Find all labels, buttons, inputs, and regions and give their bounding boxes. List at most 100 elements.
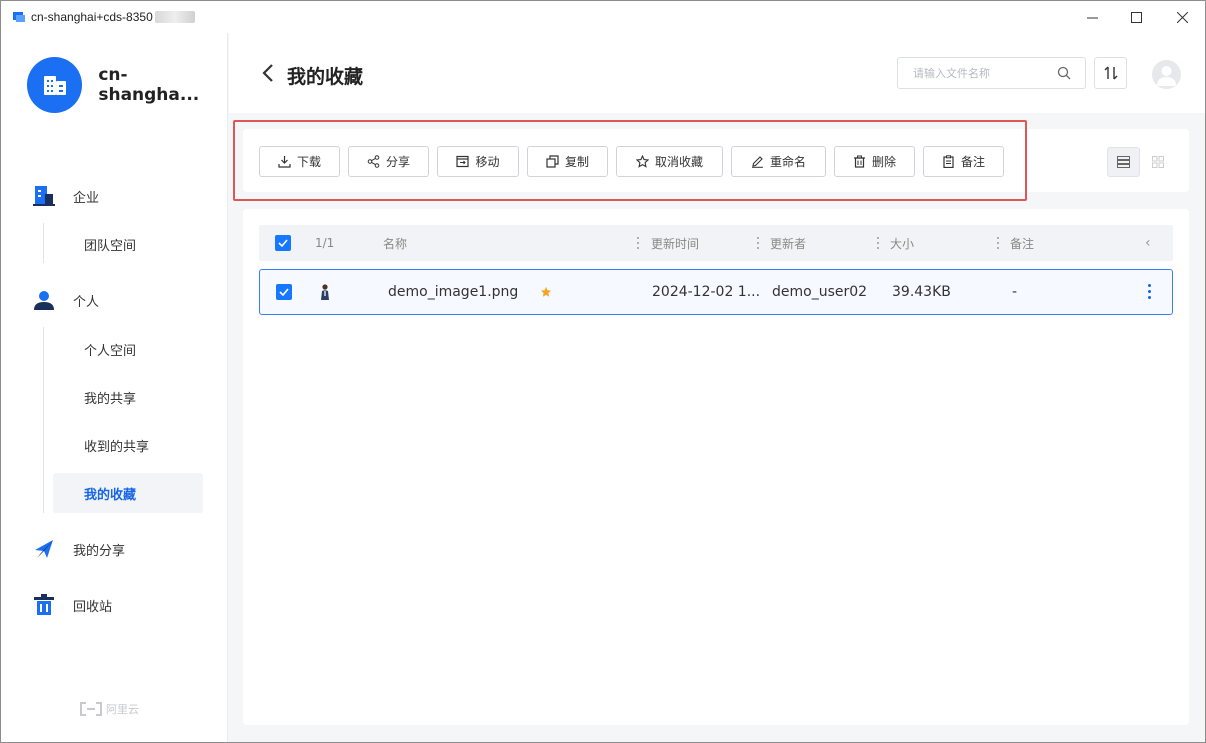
brand-text: 阿里云 bbox=[106, 703, 139, 716]
copy-icon bbox=[546, 155, 559, 168]
copy-button[interactable]: 复制 bbox=[527, 146, 608, 177]
search-icon[interactable] bbox=[1057, 66, 1071, 80]
column-resize-handle[interactable] bbox=[877, 237, 880, 249]
delete-button[interactable]: 删除 bbox=[834, 146, 915, 177]
star-outline-icon bbox=[635, 155, 649, 168]
maximize-button[interactable] bbox=[1113, 1, 1159, 33]
sidebar-item-favorites[interactable]: 我的收藏 bbox=[53, 473, 203, 513]
app-window: cn-shanghai+cds-8350 cn-shangha... 企业 团队… bbox=[0, 0, 1206, 743]
button-label: 分享 bbox=[385, 155, 410, 169]
sidebar-item-received-shares[interactable]: 收到的共享 bbox=[53, 425, 203, 465]
nav-group-label: 个人 bbox=[73, 294, 100, 310]
action-toolbar: 下载 分享 移动 复制 取消收藏 重命名 删除 备注 bbox=[243, 129, 1189, 192]
nav-group-personal[interactable]: 个人 bbox=[33, 289, 99, 311]
share-icon bbox=[367, 155, 380, 168]
back-arrow-icon[interactable] bbox=[259, 61, 279, 85]
column-header-updated[interactable]: 更新时间 bbox=[651, 225, 699, 261]
file-name[interactable]: demo_image1.png bbox=[388, 270, 518, 314]
minimize-button[interactable] bbox=[1069, 1, 1115, 33]
button-label: 移动 bbox=[475, 155, 500, 169]
file-updated-time: 2024-12-02 1... bbox=[652, 284, 761, 300]
download-icon bbox=[278, 156, 291, 168]
column-header-note[interactable]: 备注 bbox=[1010, 225, 1034, 261]
download-button[interactable]: 下载 bbox=[259, 146, 340, 177]
share-button[interactable]: 分享 bbox=[348, 146, 429, 177]
building-icon bbox=[43, 76, 66, 95]
title-bar: cn-shanghai+cds-8350 bbox=[1, 1, 1205, 33]
table-header: 1/1 名称 更新时间 更新者 大小 备注 ‹ bbox=[259, 225, 1173, 261]
sidebar-item-label: 我的共享 bbox=[84, 391, 137, 407]
file-size: 39.43KB bbox=[892, 284, 951, 300]
move-button[interactable]: 移动 bbox=[437, 146, 519, 177]
note-button[interactable]: 备注 bbox=[923, 146, 1004, 177]
sidebar-item-label: 个人空间 bbox=[84, 343, 137, 359]
checkmark-icon bbox=[278, 239, 288, 247]
star-filled-icon bbox=[540, 286, 552, 297]
column-header-name[interactable]: 名称 bbox=[383, 225, 407, 261]
nav-group-recycle-bin[interactable]: 回收站 bbox=[33, 594, 112, 616]
close-button[interactable] bbox=[1159, 1, 1205, 33]
select-all-checkbox[interactable] bbox=[275, 225, 291, 261]
sidebar-item-team-space[interactable]: 团队空间 bbox=[53, 224, 203, 264]
nav-group-label: 回收站 bbox=[73, 599, 113, 615]
more-actions-icon[interactable] bbox=[1148, 284, 1152, 300]
file-list: 1/1 名称 更新时间 更新者 大小 备注 ‹ demo_image1.png bbox=[243, 209, 1189, 725]
column-resize-handle[interactable] bbox=[997, 237, 1000, 249]
column-header-size[interactable]: 大小 bbox=[890, 225, 914, 261]
sidebar-item-label: 我的收藏 bbox=[84, 487, 137, 503]
sidebar-item-personal-space[interactable]: 个人空间 bbox=[53, 329, 203, 369]
sidebar-item-my-shares[interactable]: 我的共享 bbox=[53, 377, 203, 417]
search-input[interactable]: 请输入文件名称 bbox=[897, 57, 1086, 89]
user-avatar[interactable] bbox=[1152, 60, 1181, 89]
image-thumbnail-icon bbox=[321, 284, 329, 300]
row-checkbox[interactable] bbox=[276, 270, 292, 314]
selection-count: 1/1 bbox=[315, 236, 335, 250]
checkbox-checked bbox=[276, 284, 292, 300]
sidebar: cn-shangha... 企业 团队空间 个人 个人空间 我的共享 收到的共享… bbox=[1, 33, 228, 742]
file-note: - bbox=[1012, 284, 1018, 300]
sort-arrows-icon bbox=[1104, 66, 1117, 80]
user-icon bbox=[1157, 66, 1176, 86]
maximize-icon bbox=[1130, 11, 1142, 23]
app-icon bbox=[13, 12, 25, 22]
paper-plane-icon bbox=[35, 540, 53, 558]
rename-button[interactable]: 重命名 bbox=[731, 146, 826, 177]
table-row[interactable]: demo_image1.png 2024-12-02 1... demo_use… bbox=[259, 269, 1173, 315]
aliyun-logo-icon bbox=[80, 702, 102, 716]
button-label: 备注 bbox=[960, 155, 985, 169]
button-label: 取消收藏 bbox=[654, 155, 703, 169]
column-resize-handle[interactable] bbox=[637, 237, 640, 249]
trash-bin-icon bbox=[34, 594, 54, 615]
nav-tree-line bbox=[43, 327, 44, 513]
sidebar-item-label: 团队空间 bbox=[84, 238, 137, 254]
person-icon bbox=[34, 291, 54, 310]
nav-group-label: 企业 bbox=[73, 190, 100, 206]
button-label: 删除 bbox=[871, 155, 896, 169]
search-placeholder: 请输入文件名称 bbox=[913, 67, 990, 80]
page-title: 我的收藏 bbox=[287, 66, 364, 88]
minimize-icon bbox=[1086, 17, 1098, 18]
checkmark-icon bbox=[279, 288, 289, 296]
nav-group-enterprise[interactable]: 企业 bbox=[33, 185, 99, 207]
file-updater: demo_user02 bbox=[772, 284, 868, 300]
sort-button[interactable] bbox=[1094, 57, 1127, 89]
close-icon bbox=[1176, 11, 1188, 23]
list-view-icon bbox=[1117, 156, 1130, 168]
file-thumbnail bbox=[318, 270, 332, 314]
nav-tree-line bbox=[43, 223, 44, 263]
sidebar-item-label: 收到的共享 bbox=[84, 439, 150, 455]
workspace-switcher[interactable]: cn-shangha... bbox=[27, 57, 227, 113]
unfavorite-button[interactable]: 取消收藏 bbox=[616, 146, 723, 177]
column-resize-handle[interactable] bbox=[757, 237, 760, 249]
button-label: 复制 bbox=[564, 155, 589, 169]
move-icon bbox=[456, 155, 470, 168]
list-view-toggle[interactable] bbox=[1107, 147, 1140, 177]
grid-view-icon bbox=[1151, 156, 1164, 168]
button-label: 重命名 bbox=[769, 155, 806, 169]
nav-group-my-share-links[interactable]: 我的分享 bbox=[33, 538, 125, 560]
page-header: 我的收藏 请输入文件名称 bbox=[229, 33, 1205, 113]
column-header-updater[interactable]: 更新者 bbox=[770, 225, 806, 261]
collapse-columns-icon[interactable]: ‹ bbox=[1145, 225, 1151, 261]
grid-view-toggle[interactable] bbox=[1142, 147, 1173, 177]
checkbox-checked bbox=[275, 235, 291, 251]
